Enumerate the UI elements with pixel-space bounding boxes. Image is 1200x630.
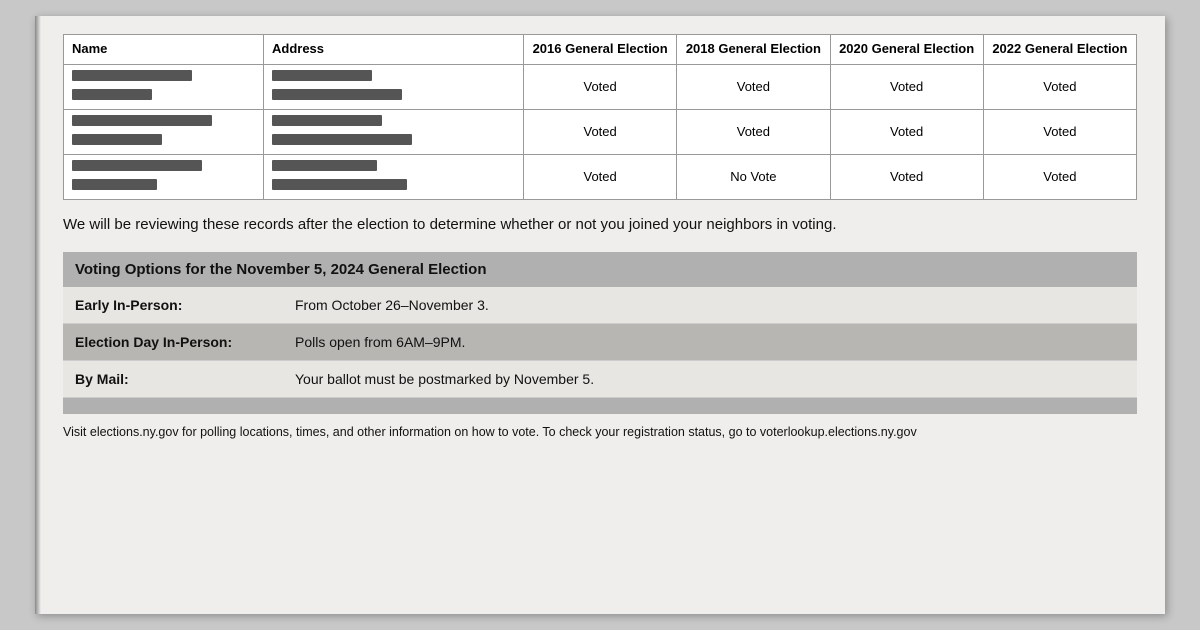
option-value-0: From October 26–November 3.: [295, 297, 1125, 313]
col-header-2022: 2022 General Election: [983, 35, 1136, 65]
vote-cell-2-1: No Vote: [677, 154, 830, 199]
col-header-address: Address: [264, 35, 524, 65]
vote-cell-0-2: Voted: [830, 64, 983, 109]
voting-options-section: Voting Options for the November 5, 2024 …: [63, 252, 1137, 414]
name-cell-2: [64, 154, 264, 199]
vote-cell-2-3: Voted: [983, 154, 1136, 199]
voting-options-header: Voting Options for the November 5, 2024 …: [63, 252, 1137, 287]
vote-cell-0-0: Voted: [524, 64, 677, 109]
option-label-0: Early In-Person:: [75, 297, 295, 313]
name-cell-0: [64, 64, 264, 109]
col-header-2020: 2020 General Election: [830, 35, 983, 65]
voter-history-table: Name Address 2016 General Election 2018 …: [63, 34, 1137, 200]
left-shadow: [35, 16, 41, 614]
option-label-2: By Mail:: [75, 371, 295, 387]
document-page: Name Address 2016 General Election 2018 …: [35, 16, 1165, 614]
option-value-2: Your ballot must be postmarked by Novemb…: [295, 371, 1125, 387]
vote-cell-0-3: Voted: [983, 64, 1136, 109]
option-label-1: Election Day In-Person:: [75, 334, 295, 350]
option-row-0: Early In-Person:From October 26–November…: [63, 287, 1137, 324]
vote-cell-1-1: Voted: [677, 109, 830, 154]
option-value-1: Polls open from 6AM–9PM.: [295, 334, 1125, 350]
vote-cell-2-2: Voted: [830, 154, 983, 199]
address-cell-2: [264, 154, 524, 199]
footer-bar: [63, 398, 1137, 414]
review-text: We will be reviewing these records after…: [63, 214, 1137, 237]
col-header-2016: 2016 General Election: [524, 35, 677, 65]
address-cell-0: [264, 64, 524, 109]
option-row-2: By Mail:Your ballot must be postmarked b…: [63, 361, 1137, 398]
vote-cell-1-3: Voted: [983, 109, 1136, 154]
address-cell-1: [264, 109, 524, 154]
option-row-1: Election Day In-Person:Polls open from 6…: [63, 324, 1137, 361]
col-header-name: Name: [64, 35, 264, 65]
vote-cell-2-0: Voted: [524, 154, 677, 199]
col-header-2018: 2018 General Election: [677, 35, 830, 65]
name-cell-1: [64, 109, 264, 154]
footer-text: Visit elections.ny.gov for polling locat…: [63, 424, 1137, 442]
vote-cell-0-1: Voted: [677, 64, 830, 109]
vote-cell-1-0: Voted: [524, 109, 677, 154]
vote-cell-1-2: Voted: [830, 109, 983, 154]
